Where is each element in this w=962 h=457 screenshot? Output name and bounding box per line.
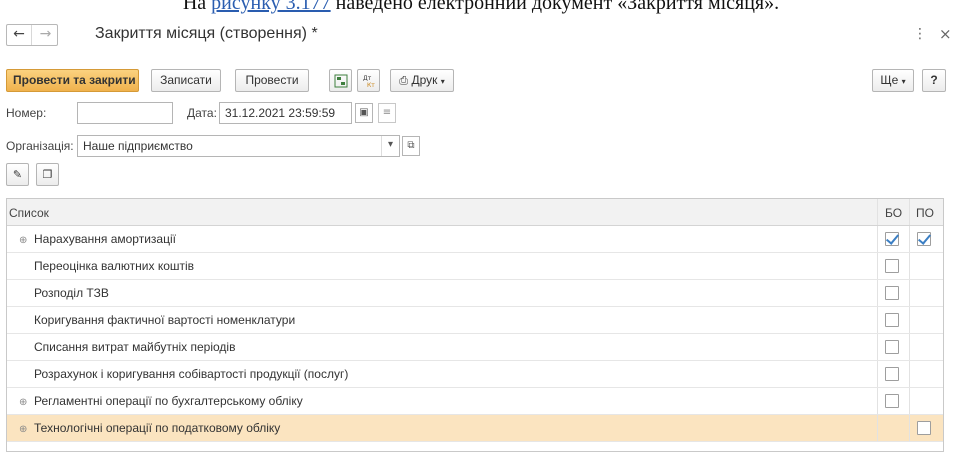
row-name: Переоцінка валютних коштів [19,259,194,273]
svg-text:Кт: Кт [367,82,375,88]
number-label: Номер: [6,106,47,120]
row-name: Списання витрат майбутніх періодів [19,340,235,354]
column-divider [877,253,878,279]
column-divider [877,226,878,252]
row-name: ⊕ Нарахування амортизації [19,232,176,246]
column-header-list[interactable]: Список [9,206,49,220]
post-and-close-button[interactable]: Провести та закрити [6,69,139,92]
column-divider [909,253,910,279]
column-divider [909,226,910,252]
document-caption: На рисунку 3.177 наведено електронний до… [0,0,962,15]
table-header: Список БО ПО [7,199,943,226]
row-name-text: Регламентні операції по бухгалтерському … [34,394,303,408]
table-row[interactable]: ⊕ Регламентні операції по бухгалтерському… [7,388,943,415]
close-icon[interactable]: × [939,26,952,42]
figure-link[interactable]: рисунку 3.177 [211,0,330,14]
print-label: Друк [411,73,438,87]
organization-label: Організація: [6,139,74,153]
help-button[interactable]: ? [922,69,946,92]
bo-checkbox[interactable] [885,259,899,273]
more-actions-button[interactable]: Ще ▾ [872,69,914,92]
column-divider [909,388,910,414]
row-name: Розподіл ТЗВ [19,286,109,300]
column-divider [909,199,910,225]
organization-field[interactable]: Наше підприємство [77,135,400,157]
more-label: Ще [880,73,899,87]
row-name: Коригування фактичної вартості номенклат… [19,313,295,327]
row-name-text: Технологічні операції по податковому обл… [34,421,281,435]
po-checkbox[interactable] [917,232,931,246]
row-name: Розрахунок і коригування собівартості пр… [19,367,348,381]
caption-text-after: наведено електронний документ «Закриття … [330,0,780,14]
row-name-text: Списання витрат майбутніх періодів [34,340,236,354]
save-button[interactable]: Записати [151,69,221,92]
bo-checkbox[interactable] [885,232,899,246]
bo-checkbox[interactable] [885,367,899,381]
expand-icon[interactable]: ⊕ [19,235,31,246]
bo-checkbox[interactable] [885,286,899,300]
row-name-text: Переоцінка валютних коштів [34,259,195,273]
column-divider [909,361,910,387]
number-field[interactable] [77,102,173,124]
row-name-text: Коригування фактичної вартості номенклат… [34,313,296,327]
column-divider [877,334,878,360]
comment-icon[interactable]: ≡ [378,103,396,123]
history-nav: ← → [6,24,58,46]
column-divider [877,415,878,441]
row-name: ⊕ Регламентні операції по бухгалтерському… [19,394,303,408]
table-row[interactable]: ⊕ Технологічні операції по податковому об… [7,415,943,442]
more-menu-icon[interactable]: ⋮ [913,26,927,42]
expand-icon[interactable]: ⊕ [19,424,31,435]
bo-checkbox[interactable] [885,394,899,408]
column-divider [877,388,878,414]
column-header-po[interactable]: ПО [916,206,934,220]
table-row[interactable]: Розподіл ТЗВ [7,280,943,307]
column-header-bo[interactable]: БО [885,206,902,220]
column-divider [877,199,878,225]
row-name-text: Розрахунок і коригування собівартості пр… [34,367,349,381]
table-row[interactable]: Списання витрат майбутніх періодів [7,334,943,361]
open-link-icon[interactable]: ⧉ [402,136,420,156]
column-divider [877,280,878,306]
bo-checkbox[interactable] [885,340,899,354]
operations-table: Список БО ПО ⊕ Нарахування амортизації Пер… [6,198,944,452]
column-divider [909,280,910,306]
chevron-down-icon: ▾ [901,77,906,86]
window-title: Закриття місяця (створення) * [95,25,318,42]
printer-icon: ⎙ [399,74,409,87]
title-bar: ← → Закриття місяця (створення) * ⋮ × [0,22,962,52]
date-label: Дата: [187,106,217,120]
post-button[interactable]: Провести [235,69,309,92]
table-row[interactable]: Переоцінка валютних коштів [7,253,943,280]
table-body: ⊕ Нарахування амортизації Переоцінка валют… [7,226,943,442]
column-divider [877,361,878,387]
copy-list-icon[interactable]: ❐ [36,163,59,186]
print-menu-button[interactable]: ⎙ Друк ▾ [390,69,454,92]
column-divider [909,334,910,360]
svg-text:Дт: Дт [363,75,372,82]
forward-arrow-icon[interactable]: → [33,25,58,45]
row-name-text: Розподіл ТЗВ [34,286,109,300]
caption-text-before: На [182,0,212,14]
calendar-icon[interactable]: ▣ [355,103,373,123]
back-arrow-icon[interactable]: ← [7,25,32,45]
bo-checkbox[interactable] [885,313,899,327]
po-checkbox[interactable] [917,421,931,435]
column-divider [909,307,910,333]
row-name-text: Нарахування амортизації [34,232,176,246]
chevron-down-icon: ▾ [440,77,445,86]
table-row[interactable]: Розрахунок і коригування собівартості пр… [7,361,943,388]
table-row[interactable]: ⊕ Нарахування амортизації [7,226,943,253]
column-divider [877,307,878,333]
dt-kt-icon[interactable]: Дт Кт [357,69,380,92]
date-field[interactable]: 31.12.2021 23:59:59 [219,102,352,124]
structure-icon[interactable] [329,69,352,92]
dropdown-chevron-icon[interactable]: ▾ [381,136,399,156]
column-divider [909,415,910,441]
row-name: ⊕ Технологічні операції по податковому об… [19,421,280,435]
table-row[interactable]: Коригування фактичної вартості номенклат… [7,307,943,334]
fill-list-icon[interactable]: ✎ [6,163,29,186]
expand-icon[interactable]: ⊕ [19,397,31,408]
